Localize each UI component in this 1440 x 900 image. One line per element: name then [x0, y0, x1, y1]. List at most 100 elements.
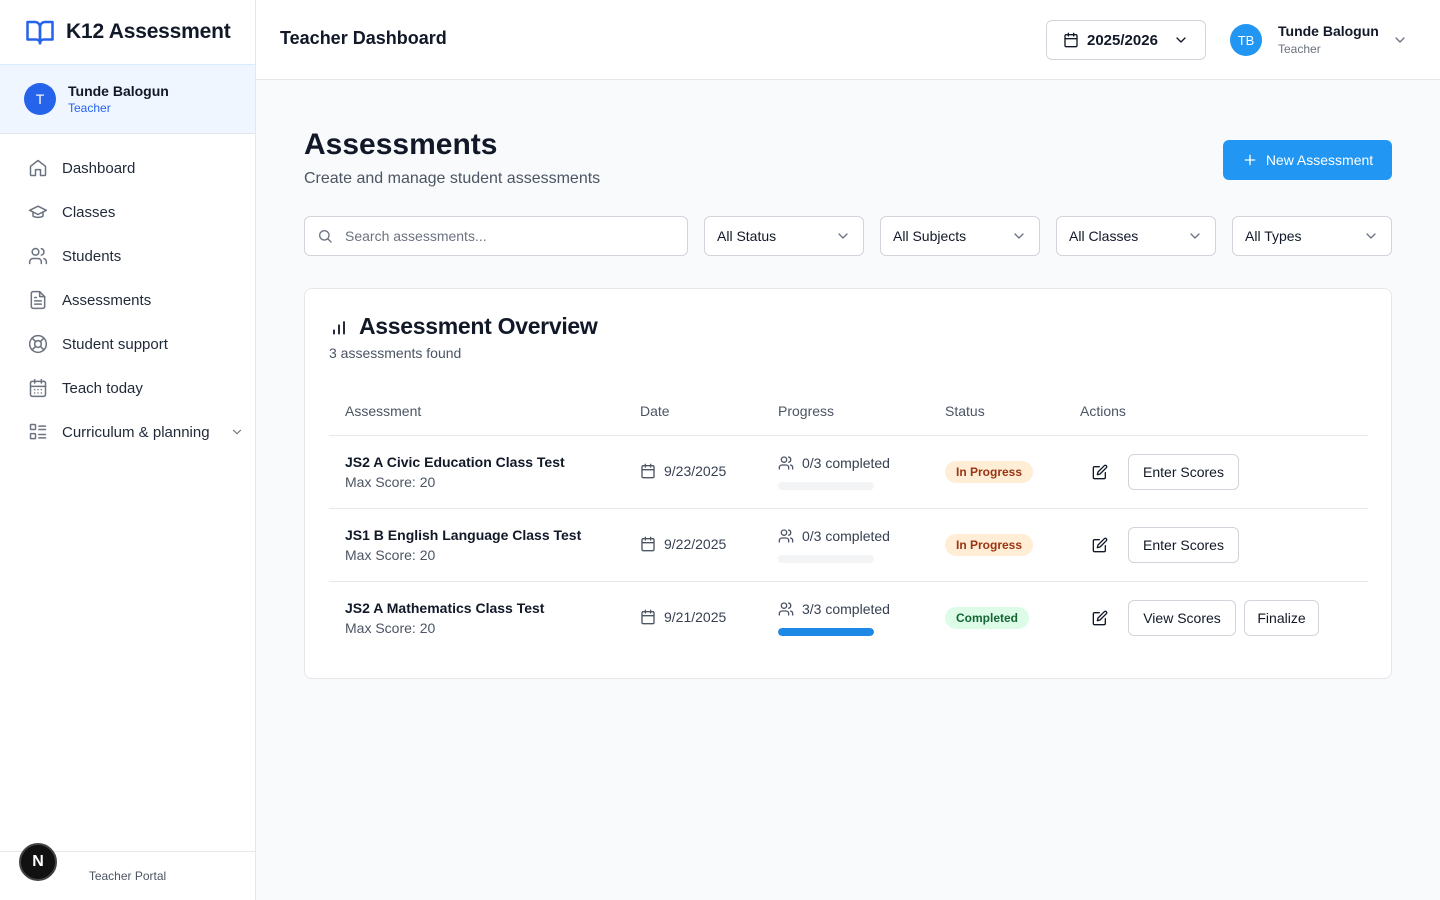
table-header: Assessment Date Progress Status Actions	[329, 389, 1368, 436]
chevron-down-icon	[1176, 37, 1186, 43]
page-subtitle: Create and manage student assessments	[304, 170, 601, 187]
graduation-cap-icon	[28, 205, 48, 219]
brand[interactable]: K12 Assessment	[0, 0, 255, 64]
progress-bar-fill	[778, 628, 874, 636]
calendar-icon	[1064, 32, 1078, 48]
brand-title: K12 Assessment	[66, 20, 231, 43]
chevron-down-icon	[232, 429, 241, 435]
book-open-icon	[26, 20, 54, 45]
new-assessment-button[interactable]: New Assessment	[1223, 140, 1392, 180]
progress-bar	[778, 482, 874, 490]
sidebar-item-curriculum[interactable]: Curriculum & planning	[0, 410, 255, 454]
search-icon	[319, 230, 332, 243]
sidebar-item-label: Student support	[62, 335, 168, 353]
date-text: 9/21/2025	[664, 609, 727, 625]
life-buoy-icon	[28, 334, 48, 354]
status-badge: Completed	[945, 607, 1030, 629]
users-icon	[778, 529, 794, 543]
assessment-progress: 0/3 completed	[778, 528, 890, 544]
status-filter-value: All Status	[717, 228, 777, 244]
type-filter[interactable]: All Types	[1232, 216, 1392, 256]
chevron-down-icon	[1190, 233, 1200, 239]
sidebar: K12 Assessment T Tunde Balogun Teacher D…	[0, 0, 256, 900]
assessment-date: 9/22/2025	[640, 536, 726, 552]
finalize-button[interactable]: Finalize	[1244, 600, 1319, 636]
calendar-icon	[29, 378, 47, 398]
plus-icon	[1244, 154, 1256, 166]
view-scores-button[interactable]: View Scores	[1128, 600, 1236, 636]
subject-filter-value: All Subjects	[893, 228, 967, 244]
edit-button[interactable]	[1082, 527, 1118, 563]
users-icon	[28, 247, 48, 265]
sidebar-user-name: Tunde Balogun	[68, 83, 169, 99]
user-avatar[interactable]: TB	[1230, 24, 1262, 56]
users-icon	[778, 602, 794, 616]
column-header-actions: Actions	[1080, 403, 1126, 419]
date-text: 9/23/2025	[664, 463, 727, 479]
new-assessment-label: New Assessment	[1265, 152, 1374, 168]
search-box	[304, 216, 688, 256]
chevron-down-icon	[1366, 233, 1376, 239]
bar-chart-icon	[333, 320, 345, 335]
edit-icon	[1092, 610, 1108, 626]
users-icon	[778, 456, 794, 470]
sidebar-item-assessments[interactable]: Assessments	[0, 278, 255, 322]
sidebar-item-teach-today[interactable]: Teach today	[0, 366, 255, 410]
sidebar-item-student-support[interactable]: Student support	[0, 322, 255, 366]
edit-button[interactable]	[1082, 600, 1118, 636]
sidebar-item-label: Students	[62, 247, 122, 265]
assessment-name: JS1 B English Language Class Test	[345, 527, 582, 543]
academic-year-value: 2025/2026	[1087, 31, 1158, 49]
column-header-progress: Progress	[778, 403, 835, 419]
type-filter-value: All Types	[1245, 228, 1302, 244]
class-filter-value: All Classes	[1069, 228, 1139, 244]
chevron-down-icon	[1014, 233, 1024, 239]
subject-filter[interactable]: All Subjects	[880, 216, 1040, 256]
assessment-max-score: Max Score: 20	[345, 474, 436, 490]
class-filter[interactable]: All Classes	[1056, 216, 1216, 256]
chevron-down-icon	[838, 233, 848, 239]
assessment-count: 3 assessments found	[329, 345, 462, 361]
sidebar-user: T Tunde Balogun Teacher	[0, 64, 255, 134]
calendar-icon	[641, 536, 655, 552]
assessment-max-score: Max Score: 20	[345, 620, 436, 636]
column-header-date: Date	[640, 403, 670, 419]
enter-scores-button[interactable]: Enter Scores	[1128, 454, 1239, 490]
search-input[interactable]	[345, 228, 645, 244]
topbar: Teacher Dashboard 2025/2026 TB Tunde Bal…	[256, 0, 1440, 80]
assessment-progress: 0/3 completed	[778, 455, 890, 471]
status-filter[interactable]: All Status	[704, 216, 864, 256]
user-name: Tunde Balogun	[1278, 23, 1379, 39]
dev-tools-badge[interactable]: N	[19, 843, 57, 881]
column-header-assessment: Assessment	[345, 403, 422, 419]
academic-year-select[interactable]: 2025/2026	[1046, 20, 1206, 60]
sidebar-user-role: Teacher	[68, 101, 111, 115]
edit-icon	[1092, 464, 1108, 480]
calendar-icon	[641, 463, 655, 479]
assessment-name: JS2 A Mathematics Class Test	[345, 600, 545, 616]
sidebar-item-label: Assessments	[62, 291, 152, 309]
progress-bar	[778, 628, 874, 636]
assessment-progress: 3/3 completed	[778, 601, 890, 617]
list-icon	[29, 423, 47, 440]
sidebar-item-dashboard[interactable]: Dashboard	[0, 146, 255, 190]
table-row: JS2 A Civic Education Class Test Max Sco…	[329, 436, 1368, 509]
table-row: JS2 A Mathematics Class Test Max Score: …	[329, 582, 1368, 655]
enter-scores-button[interactable]: Enter Scores	[1128, 527, 1239, 563]
sidebar-item-students[interactable]: Students	[0, 234, 255, 278]
file-text-icon	[30, 290, 46, 310]
sidebar-item-label: Dashboard	[62, 159, 136, 177]
column-header-status: Status	[945, 403, 985, 419]
edit-button[interactable]	[1082, 454, 1118, 490]
sidebar-item-classes[interactable]: Classes	[0, 190, 255, 234]
avatar: T	[24, 83, 56, 115]
user-menu[interactable]: Tunde Balogun Teacher	[1278, 23, 1379, 56]
assessment-max-score: Max Score: 20	[345, 547, 436, 563]
progress-text: 0/3 completed	[802, 455, 890, 471]
chevron-down-icon[interactable]	[1392, 32, 1408, 48]
card-title-text: Assessment Overview	[359, 313, 598, 339]
card-title: Assessment Overview	[329, 313, 598, 340]
page-title: Assessments	[304, 128, 498, 161]
status-badge: In Progress	[945, 461, 1034, 483]
assessment-date: 9/21/2025	[640, 609, 726, 625]
